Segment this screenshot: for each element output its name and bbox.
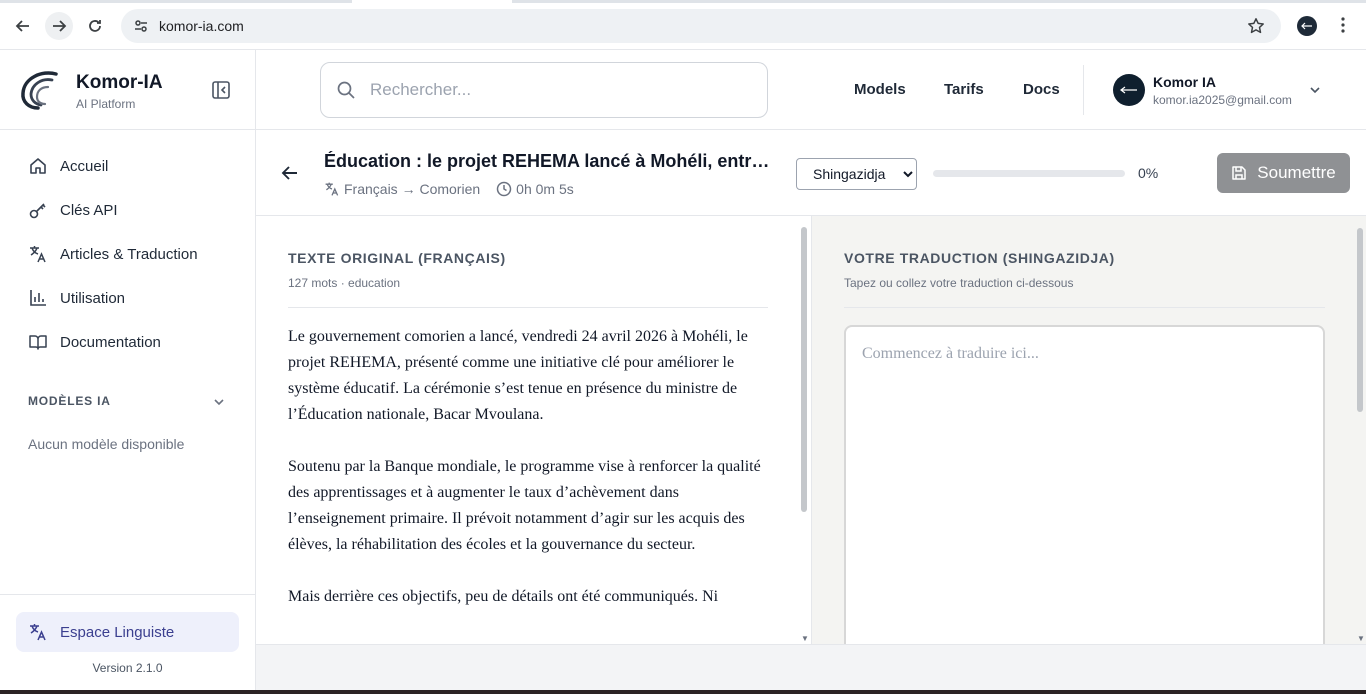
sidebar-item-documentation[interactable]: Documentation: [16, 320, 240, 364]
sidebar-item-label: Articles & Traduction: [60, 245, 198, 263]
top-header: Models Tarifs Docs Komor IA komor.ia2025…: [256, 50, 1366, 130]
key-icon: [28, 200, 48, 220]
back-icon[interactable]: [9, 12, 37, 40]
browser-chrome: komor-ia.com: [0, 0, 1366, 50]
back-arrow-icon[interactable]: [280, 163, 300, 183]
translation-heading: VOTRE TRADUCTION (SHINGAZIDJA): [844, 250, 1115, 266]
search-input[interactable]: [370, 80, 730, 100]
bar-chart-icon: [28, 288, 48, 308]
original-article: Le gouvernement comorien a lancé, vendre…: [288, 324, 768, 636]
progress-bar: [933, 170, 1125, 177]
scroll-down-arrow-icon[interactable]: ▼: [1357, 634, 1365, 643]
address-bar[interactable]: komor-ia.com: [121, 9, 1281, 43]
user-email: komor.ia2025@gmail.com: [1153, 93, 1292, 107]
article-paragraph: Soutenu par la Banque mondiale, le progr…: [288, 458, 761, 553]
translation-textarea[interactable]: [844, 325, 1325, 644]
submit-label: Soumettre: [1257, 163, 1336, 182]
search-icon: [336, 80, 356, 100]
sidebar-menu: Accueil Clés API Articles & Traduction U…: [16, 144, 240, 364]
sidebar-item-label: Documentation: [60, 333, 161, 351]
save-icon: [1231, 165, 1247, 181]
linguist-space-button[interactable]: Espace Linguiste: [16, 612, 239, 652]
translate-icon: [28, 244, 48, 264]
nav-link-tarifs[interactable]: Tarifs: [944, 81, 984, 98]
version-label: Version 2.1.0: [92, 661, 163, 675]
avatar[interactable]: [1113, 74, 1145, 106]
divider: [288, 307, 768, 308]
article-paragraph: Mais derrière ces objectifs, peu de déta…: [288, 588, 719, 605]
sidebar: Komor-IA AI Platform Accueil Clés API Ar…: [0, 50, 256, 694]
sidebar-item-accueil[interactable]: Accueil: [16, 144, 240, 188]
original-meta: 127 mots · education: [288, 276, 401, 290]
translation-panel: VOTRE TRADUCTION (SHINGAZIDJA) Tapez ou …: [811, 216, 1366, 644]
elapsed-timer: 0h 0m 5s: [496, 181, 574, 197]
elapsed-time: 0h 0m 5s: [516, 181, 574, 197]
bottom-strip: [256, 644, 1366, 690]
target-language-select[interactable]: Shingazidja: [796, 158, 917, 190]
brand-name: Komor-IA: [76, 72, 163, 93]
translate-icon: [324, 181, 340, 197]
browser-profile-avatar[interactable]: [1297, 16, 1317, 36]
forward-icon[interactable]: [45, 12, 73, 40]
original-heading: TEXTE ORIGINAL (FRANÇAIS): [288, 250, 506, 266]
reload-icon[interactable]: [81, 12, 109, 40]
translate-icon: [28, 622, 48, 642]
sidebar-item-label: Accueil: [60, 157, 109, 175]
scroll-down-arrow-icon[interactable]: ▼: [801, 634, 809, 643]
nav-link-docs[interactable]: Docs: [1023, 81, 1060, 98]
sidebar-item-label: Clés API: [60, 201, 118, 219]
original-scrollbar[interactable]: [801, 227, 807, 512]
os-taskbar-edge: [0, 690, 1366, 694]
wave-logo-icon: [18, 68, 60, 110]
bookmark-star-icon[interactable]: [1247, 17, 1265, 35]
chevron-down-icon[interactable]: [1308, 83, 1322, 97]
search-box[interactable]: [320, 62, 768, 118]
clock-icon: [496, 181, 512, 197]
sidebar-item-articles-traduction[interactable]: Articles & Traduction: [16, 232, 240, 276]
book-icon: [28, 332, 48, 352]
chevron-down-icon[interactable]: [212, 395, 226, 409]
nav-link-models[interactable]: Models: [854, 81, 906, 98]
task-meta: Français → Comorien 0h 0m 5s: [324, 181, 574, 197]
divider: [844, 307, 1325, 308]
sidebar-item-cles-api[interactable]: Clés API: [16, 188, 240, 232]
tab-strip: [0, 0, 1366, 3]
submit-button[interactable]: Soumettre: [1217, 153, 1350, 193]
brand-subtitle: AI Platform: [76, 97, 136, 111]
sidebar-footer: Espace Linguiste Version 2.1.0: [0, 594, 255, 694]
linguist-space-label: Espace Linguiste: [60, 623, 175, 641]
article-paragraph: Le gouvernement comorien a lancé, vendre…: [288, 328, 748, 423]
language-pair: Français → Comorien: [344, 181, 481, 197]
page-scrollbar[interactable]: [1357, 228, 1363, 412]
header-divider: [1083, 65, 1084, 115]
url-text: komor-ia.com: [159, 18, 244, 34]
page-title: Éducation : le projet REHEMA lancé à Moh…: [324, 151, 779, 171]
sidebar-collapse-icon[interactable]: [211, 80, 231, 100]
sidebar-item-label: Utilisation: [60, 289, 126, 307]
models-empty-text: Aucun modèle disponible: [28, 436, 185, 452]
active-tab[interactable]: [352, 0, 512, 3]
progress-percent: 0%: [1138, 165, 1159, 181]
user-name[interactable]: Komor IA: [1153, 74, 1216, 90]
site-settings-icon[interactable]: [131, 18, 151, 34]
brand-header: Komor-IA AI Platform: [0, 50, 255, 130]
task-header: Éducation : le projet REHEMA lancé à Moh…: [256, 130, 1366, 216]
browser-menu-icon[interactable]: [1334, 16, 1352, 34]
sidebar-item-utilisation[interactable]: Utilisation: [16, 276, 240, 320]
translation-hint: Tapez ou collez votre traduction ci-dess…: [844, 276, 1074, 290]
models-section-title[interactable]: MODÈLES IA: [28, 394, 228, 408]
original-text-panel: TEXTE ORIGINAL (FRANÇAIS) 127 mots · edu…: [256, 216, 811, 644]
home-icon: [28, 156, 48, 176]
